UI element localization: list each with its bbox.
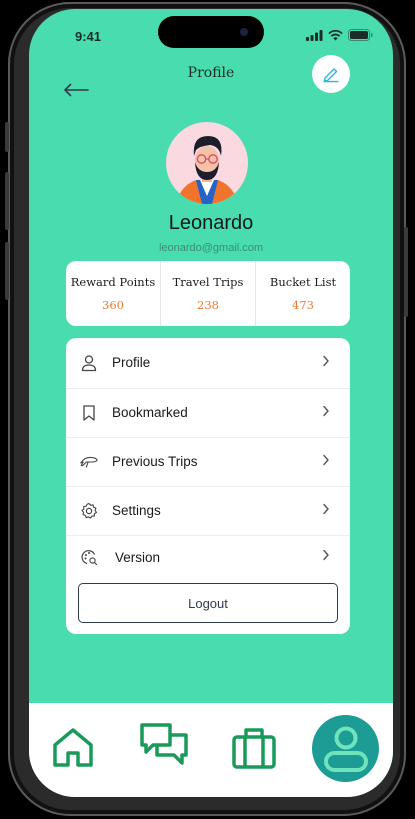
menu-item-label: Previous Trips bbox=[112, 454, 198, 469]
chevron-right-icon bbox=[322, 502, 330, 520]
user-icon bbox=[323, 726, 368, 772]
volume-down-button bbox=[5, 242, 9, 300]
dynamic-island bbox=[158, 16, 264, 48]
status-icons bbox=[306, 29, 373, 41]
gear-icon bbox=[79, 501, 99, 521]
plane-icon bbox=[79, 452, 99, 472]
edit-profile-button[interactable] bbox=[312, 55, 350, 93]
chevron-right-icon bbox=[322, 354, 330, 372]
menu-item-label: Bookmarked bbox=[112, 405, 188, 420]
stat-bucket-list: Bucket List 473 bbox=[255, 261, 350, 326]
user-icon bbox=[79, 353, 99, 373]
logout-button[interactable]: Logout bbox=[78, 583, 338, 623]
stat-value: 473 bbox=[292, 298, 314, 312]
stat-label: Bucket List bbox=[269, 275, 337, 289]
chevron-right-icon bbox=[322, 404, 330, 422]
mute-switch bbox=[5, 122, 9, 152]
menu-item-label: Version bbox=[115, 549, 161, 565]
bottom-nav bbox=[29, 703, 393, 797]
menu-item-version[interactable]: Version bbox=[66, 535, 350, 579]
menu-item-label: Settings bbox=[112, 503, 161, 518]
user-name: Leonardo bbox=[168, 212, 254, 234]
pencil-icon bbox=[323, 68, 339, 83]
chat-icon bbox=[140, 723, 188, 765]
chevron-right-icon bbox=[322, 548, 330, 566]
menu-item-previous-trips[interactable]: Previous Trips bbox=[66, 437, 350, 486]
stat-label: Travel Trips bbox=[172, 275, 244, 289]
nav-trips-button[interactable] bbox=[231, 725, 277, 776]
status-bar: 9:41 bbox=[29, 9, 393, 63]
briefcase-icon bbox=[232, 728, 276, 769]
avatar-illustration bbox=[176, 136, 238, 204]
menu-card: Profile Bookmarked Previous Trips Settin… bbox=[66, 338, 350, 634]
chevron-right-icon bbox=[322, 453, 330, 471]
user-email: leonardo@gmail.com bbox=[158, 242, 264, 254]
nav-home-button[interactable] bbox=[51, 725, 95, 774]
wifi-icon bbox=[328, 29, 343, 40]
menu-item-bookmarked[interactable]: Bookmarked bbox=[66, 388, 350, 437]
bookmark-icon bbox=[79, 403, 99, 423]
volume-up-button bbox=[5, 172, 9, 230]
status-time: 9:41 bbox=[75, 29, 102, 44]
nav-chat-button[interactable] bbox=[139, 721, 189, 776]
menu-item-profile[interactable]: Profile bbox=[66, 338, 350, 387]
avatar bbox=[166, 122, 248, 204]
arrow-left-icon bbox=[64, 83, 89, 97]
nav-profile-button[interactable] bbox=[312, 715, 379, 782]
stat-travel-trips: Travel Trips 238 bbox=[160, 261, 255, 326]
power-button bbox=[404, 227, 408, 317]
stat-label: Reward Points bbox=[70, 275, 156, 289]
menu-item-settings[interactable]: Settings bbox=[66, 486, 350, 535]
stat-value: 238 bbox=[197, 298, 219, 312]
menu-item-label: Profile bbox=[112, 355, 151, 370]
version-icon bbox=[79, 547, 99, 567]
stat-value: 360 bbox=[102, 298, 124, 312]
stat-reward-points: Reward Points 360 bbox=[66, 261, 160, 326]
battery-icon bbox=[348, 29, 373, 41]
app-screen: 9:41 Profile Leonardo leonardo@gmail.com… bbox=[29, 9, 393, 797]
home-icon bbox=[53, 728, 93, 767]
back-button[interactable] bbox=[63, 83, 89, 102]
camera-icon bbox=[240, 28, 248, 36]
stats-card: Reward Points 360 Travel Trips 238 Bucke… bbox=[66, 261, 350, 326]
signal-icon bbox=[306, 29, 323, 41]
